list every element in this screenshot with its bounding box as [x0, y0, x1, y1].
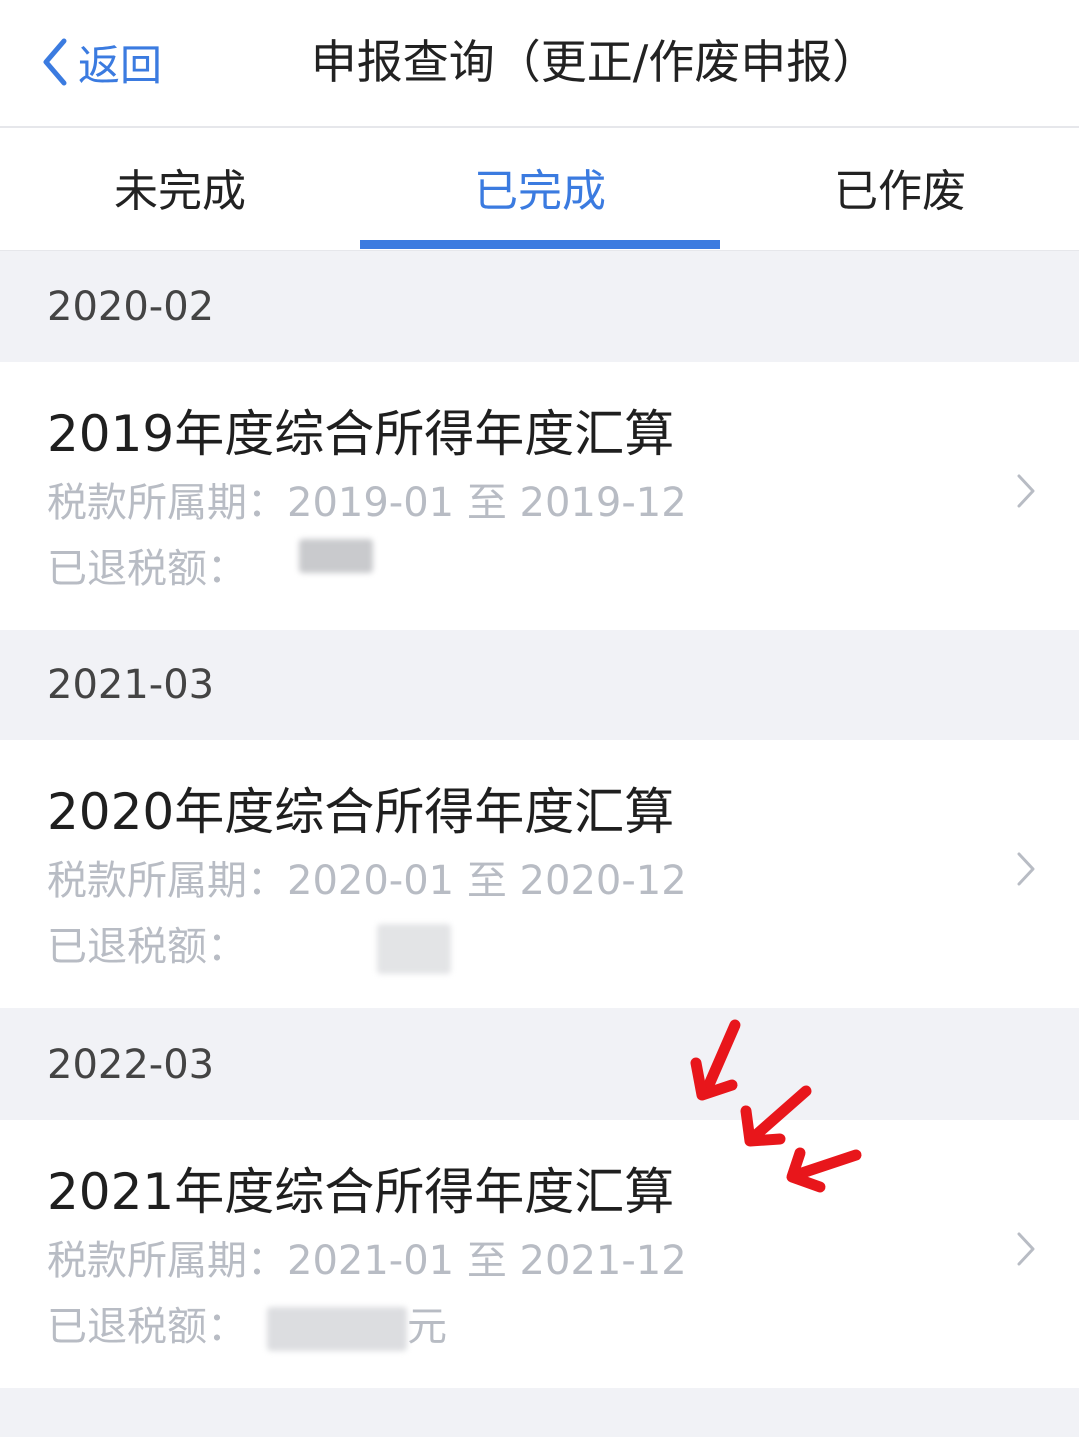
chevron-right-icon: [1017, 1232, 1035, 1266]
tab-incomplete[interactable]: 未完成: [0, 128, 360, 250]
group-date-header: 2020-02: [0, 252, 1079, 362]
item-title: 2019年度综合所得年度汇算: [47, 405, 675, 463]
list-item[interactable]: 2020年度综合所得年度汇算 税款所属期：2020-01 至 2020-12 已…: [0, 740, 1079, 1008]
redacted-amount: [267, 1307, 407, 1351]
refund-label: 已退税额：: [47, 546, 247, 592]
redacted-amount: [299, 539, 373, 573]
tab-bar: 未完成 已完成 已作废: [0, 128, 1079, 251]
red-arrows-annotation: [690, 1019, 862, 1193]
page-title: 申报查询（更正/作废申报）: [310, 35, 879, 89]
list-item[interactable]: 2019年度综合所得年度汇算 税款所属期：2019-01 至 2019-12 已…: [0, 362, 1079, 630]
tax-period-label: 税款所属期：: [47, 1238, 287, 1284]
refund-label: 已退税额：: [47, 924, 247, 970]
group-date-header: 2021-03: [0, 630, 1079, 740]
tax-period-line: 税款所属期：2020-01 至 2020-12: [47, 848, 687, 906]
tab-voided[interactable]: 已作废: [720, 128, 1079, 250]
refund-unit: 元: [407, 1304, 447, 1350]
refund-line: 已退税额： 元: [47, 1294, 447, 1352]
group-date-header: 2022-03: [0, 1010, 1079, 1120]
active-tab-indicator: [360, 240, 720, 249]
refund-label: 已退税额：: [47, 1304, 247, 1350]
item-title: 2020年度综合所得年度汇算: [47, 783, 675, 841]
chevron-right-icon: [1017, 852, 1035, 886]
list-item[interactable]: 2021年度综合所得年度汇算 税款所属期：2021-01 至 2021-12 已…: [0, 1120, 1079, 1388]
tax-period-label: 税款所属期：: [47, 858, 287, 904]
nav-bar: 返回 申报查询（更正/作废申报）: [0, 0, 1079, 128]
refund-line: 已退税额：: [47, 914, 451, 974]
tab-completed[interactable]: 已完成: [360, 128, 720, 250]
tax-period-value: 2019-01 至 2019-12: [287, 480, 687, 526]
item-title: 2021年度综合所得年度汇算: [47, 1163, 675, 1221]
tax-period-label: 税款所属期：: [47, 480, 287, 526]
tax-period-line: 税款所属期：2019-01 至 2019-12: [47, 470, 687, 528]
tax-period-line: 税款所属期：2021-01 至 2021-12: [47, 1228, 687, 1286]
redacted-amount: [377, 924, 451, 974]
chevron-right-icon: [1017, 474, 1035, 508]
tax-period-value: 2021-01 至 2021-12: [287, 1238, 687, 1284]
refund-line: 已退税额：: [47, 536, 373, 594]
tax-period-value: 2020-01 至 2020-12: [287, 858, 687, 904]
